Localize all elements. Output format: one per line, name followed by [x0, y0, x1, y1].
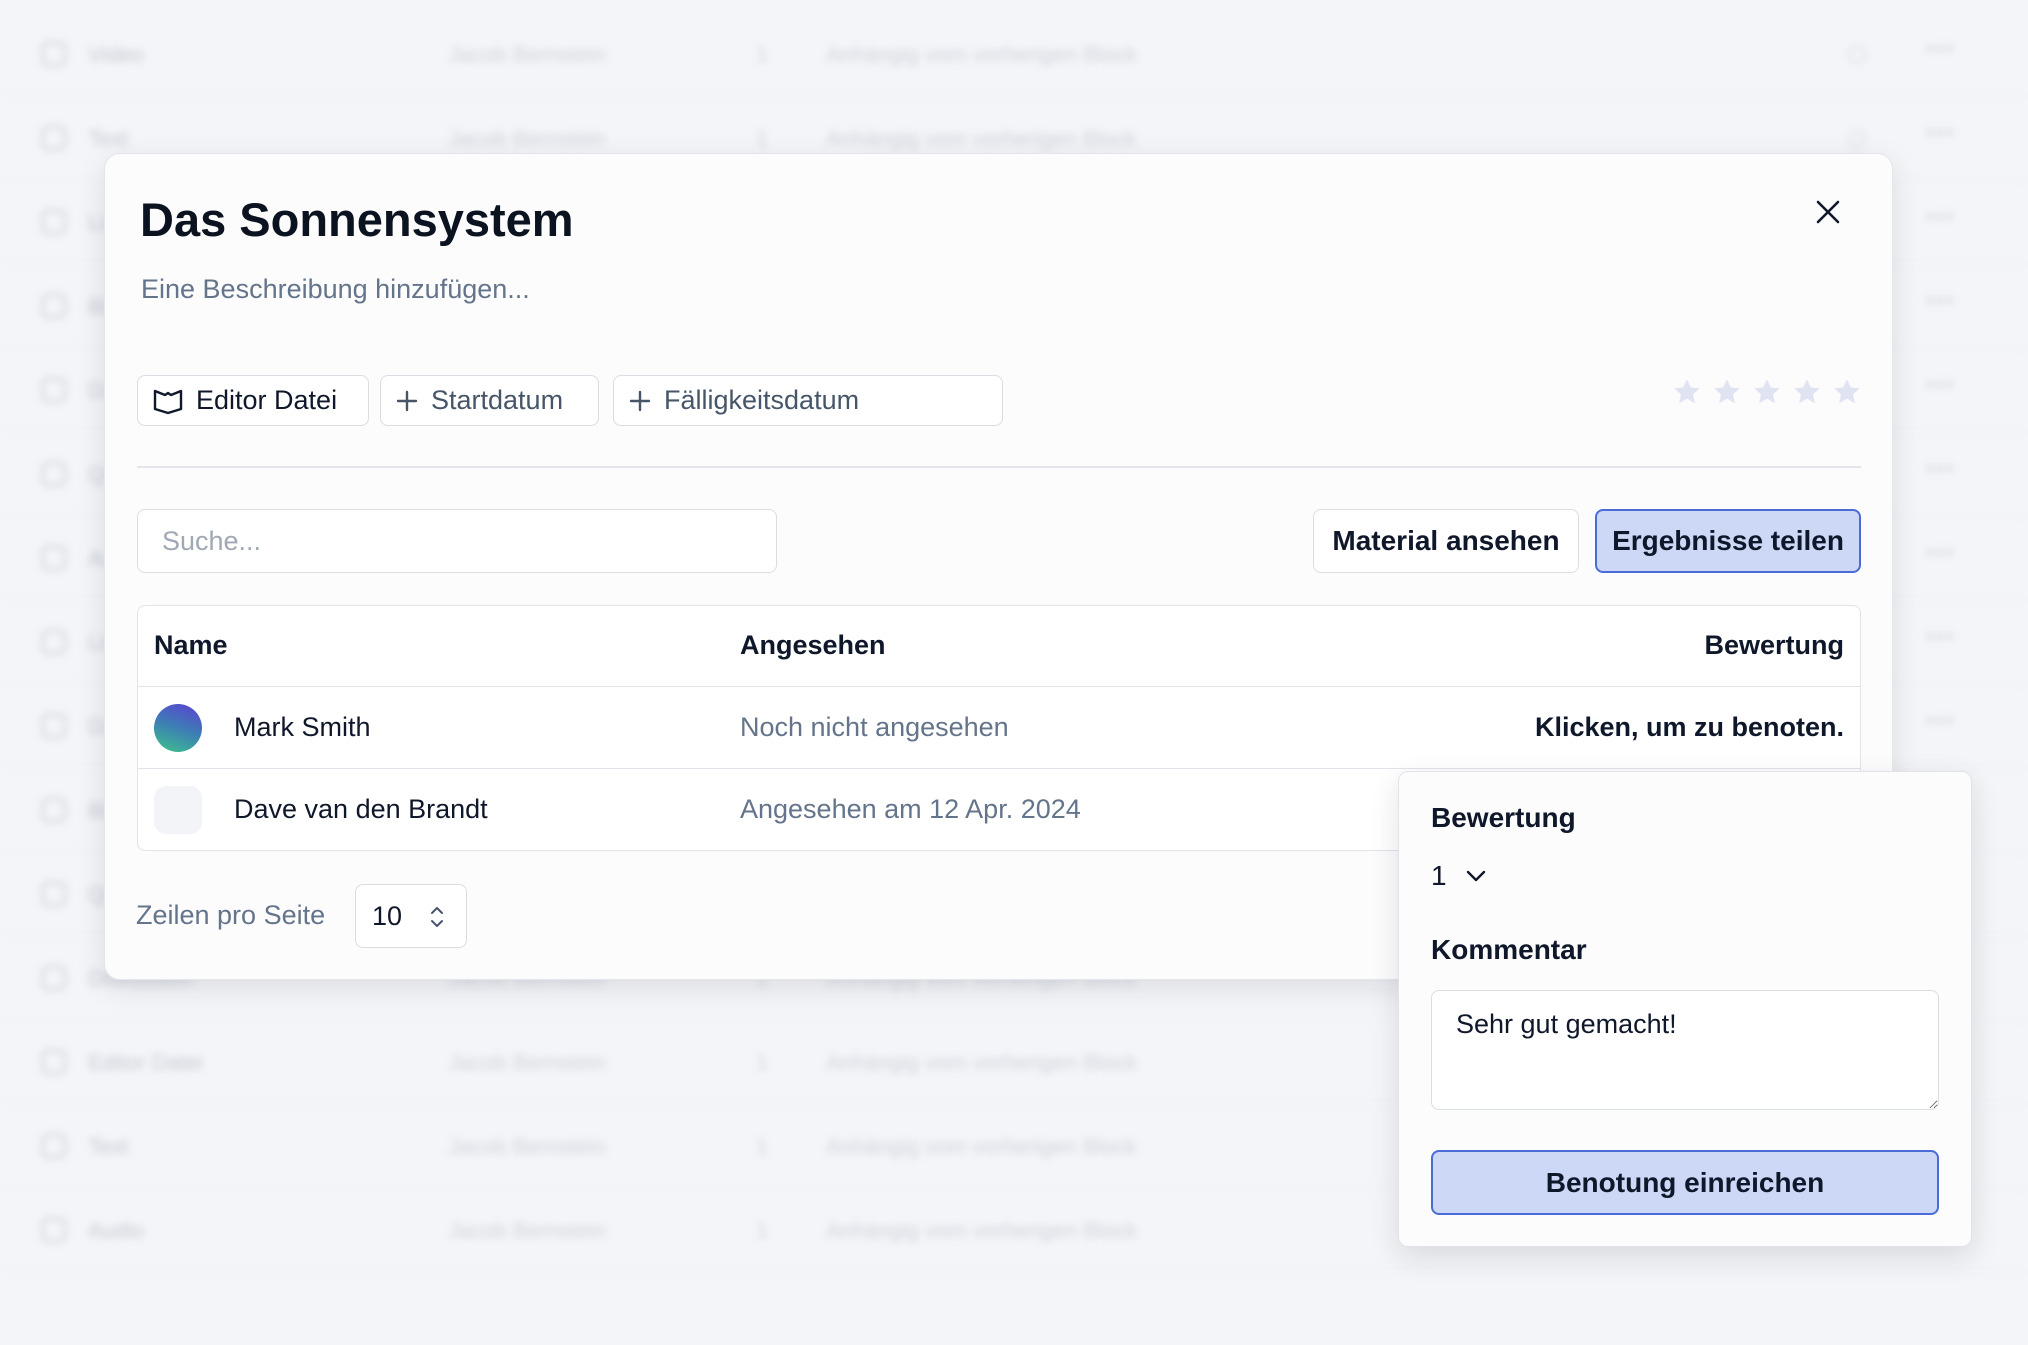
- star-icon[interactable]: [1711, 376, 1743, 408]
- file-type-icon: [42, 126, 66, 150]
- search-input[interactable]: [137, 509, 777, 573]
- file-type-icon: [42, 42, 66, 66]
- more-options-icon: •••: [1926, 372, 1956, 397]
- close-icon: [1816, 200, 1840, 224]
- plus-icon: [395, 389, 419, 413]
- avatar: [154, 786, 202, 834]
- close-button[interactable]: [1808, 192, 1848, 232]
- grade-select[interactable]: 1: [1431, 858, 1487, 894]
- file-type-icon: [42, 1050, 66, 1074]
- item-count: 1: [756, 1050, 769, 1075]
- student-name: Dave van den Brandt: [234, 794, 488, 824]
- more-options-icon: •••: [1926, 288, 1956, 313]
- item-description: Anhängig vom vorherigen Block: [826, 1218, 1137, 1243]
- view-material-button[interactable]: Material ansehen: [1313, 509, 1579, 573]
- more-options-icon: •••: [1926, 540, 1956, 565]
- file-type-icon: [42, 1134, 66, 1158]
- item-count: 1: [756, 1134, 769, 1159]
- plus-icon: [628, 389, 652, 413]
- chevron-up-down-icon: [428, 903, 446, 938]
- divider: [137, 466, 1861, 468]
- file-type-icon: [42, 714, 66, 738]
- item-count: 1: [756, 126, 769, 151]
- item-count: 1: [756, 42, 769, 67]
- item-name: Text: [88, 1134, 129, 1159]
- file-type-icon: [42, 630, 66, 654]
- item-author: Jacob Bernstein: [448, 1134, 606, 1159]
- item-description: Anhängig vom vorherigen Block: [826, 126, 1137, 151]
- folder-icon: [152, 387, 184, 415]
- column-header-name[interactable]: Name: [154, 630, 228, 661]
- comment-field[interactable]: Sehr gut gemacht!: [1431, 990, 1939, 1110]
- more-options-icon: •••: [1926, 120, 1956, 145]
- item-name: Text: [88, 126, 129, 151]
- item-name: Editor Datei: [88, 1050, 203, 1075]
- status-dot-icon: [1848, 130, 1866, 148]
- seen-status: Noch nicht angesehen: [740, 712, 1009, 742]
- avatar: [154, 704, 202, 752]
- more-options-icon: •••: [1926, 204, 1956, 229]
- table-row[interactable]: Mark Smith Noch nicht angesehen Klicken,…: [138, 687, 1860, 769]
- item-author: Jacob Bernstein: [448, 1050, 606, 1075]
- editor-file-label: Editor Datei: [196, 385, 338, 415]
- item-author: Jacob Bernstein: [448, 126, 606, 151]
- item-description: Anhängig vom vorherigen Block: [826, 42, 1137, 67]
- rows-per-page-label: Zeilen pro Seite: [136, 900, 326, 930]
- item-description: Anhängig vom vorherigen Block: [826, 1050, 1137, 1075]
- file-type-icon: [42, 798, 66, 822]
- more-options-icon: •••: [1926, 624, 1956, 649]
- file-type-icon: [42, 882, 66, 906]
- file-type-icon: [42, 378, 66, 402]
- seen-status: Angesehen am 12 Apr. 2024: [740, 794, 1081, 824]
- start-date-label: Startdatum: [431, 385, 564, 415]
- description-placeholder[interactable]: Eine Beschreibung hinzufügen...: [141, 274, 530, 305]
- chevron-down-icon: [1465, 869, 1487, 883]
- more-options-icon: •••: [1926, 36, 1956, 61]
- grade-popover: Bewertung 1 Kommentar Sehr gut gemacht! …: [1398, 771, 1972, 1247]
- grade-action[interactable]: Klicken, um zu benoten.: [1535, 712, 1844, 743]
- star-icon[interactable]: [1831, 376, 1863, 408]
- file-type-icon: [42, 462, 66, 486]
- grade-label: Bewertung: [1431, 802, 1576, 833]
- file-type-icon: [42, 546, 66, 570]
- due-date-chip[interactable]: Fälligkeitsdatum: [613, 375, 1003, 426]
- file-type-icon: [42, 210, 66, 234]
- share-results-button[interactable]: Ergebnisse teilen: [1595, 509, 1861, 573]
- rows-per-page-select[interactable]: 10: [355, 884, 467, 948]
- file-type-icon: [42, 966, 66, 990]
- more-options-icon: •••: [1926, 708, 1956, 733]
- modal-title: Das Sonnensystem: [140, 193, 574, 246]
- student-name: Mark Smith: [234, 712, 371, 742]
- background-list-item: Video Jacob Bernstein 1 Anhängig vom vorher…: [0, 12, 2028, 96]
- submit-grade-button[interactable]: Benotung einreichen: [1431, 1150, 1939, 1215]
- file-type-icon: [42, 1218, 66, 1242]
- item-count: 1: [756, 1218, 769, 1243]
- due-date-label: Fälligkeitsdatum: [664, 385, 860, 415]
- editor-file-chip[interactable]: Editor Datei: [137, 375, 369, 426]
- item-author: Jacob Bernstein: [448, 42, 606, 67]
- column-header-seen[interactable]: Angesehen: [740, 630, 886, 661]
- table-header: Name Angesehen Bewertung: [138, 606, 1860, 687]
- item-name: Video: [88, 42, 144, 67]
- column-header-grade[interactable]: Bewertung: [1704, 630, 1844, 661]
- grade-value: 1: [1431, 860, 1447, 891]
- item-name: Audio: [88, 1218, 145, 1243]
- start-date-chip[interactable]: Startdatum: [380, 375, 599, 426]
- star-rating[interactable]: [1671, 376, 1863, 408]
- status-dot-icon: [1848, 46, 1866, 64]
- file-type-icon: [42, 294, 66, 318]
- star-icon[interactable]: [1791, 376, 1823, 408]
- star-icon[interactable]: [1751, 376, 1783, 408]
- item-author: Jacob Bernstein: [448, 1218, 606, 1243]
- star-icon[interactable]: [1671, 376, 1703, 408]
- comment-label: Kommentar: [1431, 934, 1587, 965]
- item-description: Anhängig vom vorherigen Block: [826, 1134, 1137, 1159]
- rows-per-page-value: 10: [372, 900, 403, 931]
- more-options-icon: •••: [1926, 456, 1956, 481]
